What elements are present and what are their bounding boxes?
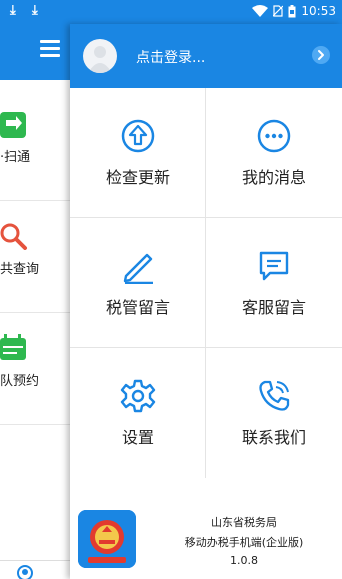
app-version: 1.0.8 [230,554,258,567]
edit-icon [123,253,153,284]
settings-icon [120,379,156,413]
search-icon [0,223,27,250]
message-icon [257,119,291,153]
chevron-right-icon [318,50,324,60]
download-icon: ⤓ [10,3,16,18]
menu-label: 联系我们 [241,428,306,447]
tax-bureau-logo [78,510,136,568]
chat-icon [259,251,289,281]
arrow-right-button[interactable] [312,46,330,64]
menu-settings[interactable]: 设置 [70,348,206,478]
user-icon[interactable] [17,565,33,579]
app-name: 移动办税手机端(企业版) [184,536,304,549]
menu-check-update[interactable]: 检查更新 [70,88,206,218]
home-page-partial: ·扫通 共查询 队预约 [0,24,70,579]
menu-label: 检查更新 [105,168,170,187]
login-prompt[interactable]: 点击登录... [136,47,205,67]
menu-customer-service-message[interactable]: 客服留言 [206,218,342,348]
tax-emblem-icon [78,510,136,568]
menu-my-messages[interactable]: 我的消息 [206,88,342,218]
side-drawer: 点击登录... 检查更新 我的消息 税管留言 客服留言 设置 联系我们 山东省税… [70,24,342,579]
default-avatar-icon [88,46,112,73]
update-icon [121,119,155,153]
menu-label: 税管留言 [105,298,170,317]
user-header[interactable]: 点击登录... [70,24,342,88]
home-item-query[interactable]: 共查询 [0,200,70,313]
app-info-footer: 山东省税务局 移动办税手机端(企业版) 1.0.8 [70,478,342,579]
menu-icon[interactable] [40,40,60,58]
home-item-label: ·扫通 [0,150,31,165]
wifi-icon [252,5,269,17]
clock: 10:53 [301,4,336,18]
calendar-icon [0,334,26,360]
home-item-scan[interactable]: ·扫通 [0,88,70,201]
battery-icon [288,4,296,17]
menu-label: 我的消息 [241,168,306,187]
home-header [0,24,70,80]
menu-label: 设置 [121,428,154,447]
menu-contact-us[interactable]: 联系我们 [206,348,342,478]
menu-tax-manager-message[interactable]: 税管留言 [70,218,206,348]
org-name: 山东省税务局 [211,516,277,529]
download-icon: ⤓ [32,3,38,18]
no-sim-icon [273,5,284,17]
avatar[interactable] [83,39,117,73]
home-item-appointment[interactable]: 队预约 [0,312,70,425]
home-item-label: 队预约 [0,374,40,389]
status-bar: ⤓ ⤓ 10:53 [0,0,342,24]
bottom-nav-partial [0,560,70,579]
menu-label: 客服留言 [241,298,306,317]
scan-icon [0,112,26,138]
home-item-label: 共查询 [0,262,40,277]
phone-icon [259,380,290,411]
